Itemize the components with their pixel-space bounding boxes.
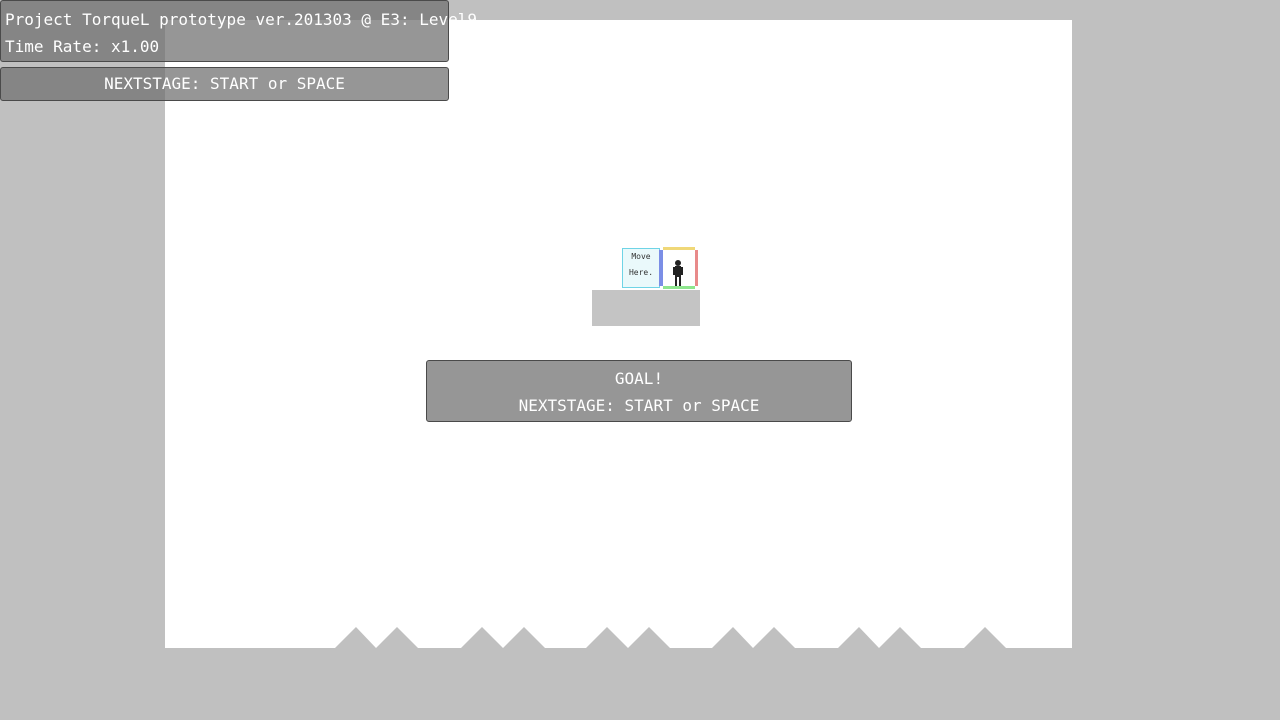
goal-marker-line1: Move <box>631 252 651 261</box>
spike-floor <box>335 627 1006 648</box>
spike-group-1 <box>335 627 418 648</box>
goal-dialog: GOAL! NEXTSTAGE: START or SPACE <box>426 360 852 422</box>
player-character-icon <box>673 260 683 286</box>
goal-next-stage-prompt: NEXTSTAGE: START or SPACE <box>518 396 760 415</box>
spike-group-6 <box>964 627 1006 648</box>
next-stage-hint: NEXTSTAGE: START or SPACE <box>0 67 449 101</box>
player-box <box>659 247 699 289</box>
next-stage-hint-label: NEXTSTAGE: START or SPACE <box>104 74 345 93</box>
goal-marker-line2: Here. <box>628 268 654 277</box>
time-rate-readout: Time Rate: x1.00 <box>5 37 160 56</box>
player-edge-top <box>663 247 695 250</box>
player-edge-left <box>659 250 663 286</box>
player-edge-right <box>695 250 698 286</box>
spike-group-2 <box>461 627 545 648</box>
spike-group-3 <box>586 627 670 648</box>
goal-marker: Move Here. <box>622 248 660 288</box>
spike-group-4 <box>712 627 795 648</box>
game-stage: Move Here. <box>165 20 1072 648</box>
spike-group-5 <box>838 627 921 648</box>
game-title: Project TorqueL prototype ver.201303 @ E… <box>5 10 478 29</box>
hud-info-panel: Project TorqueL prototype ver.201303 @ E… <box>0 0 478 62</box>
goal-heading: GOAL! <box>614 369 664 388</box>
platform-block <box>592 290 700 326</box>
